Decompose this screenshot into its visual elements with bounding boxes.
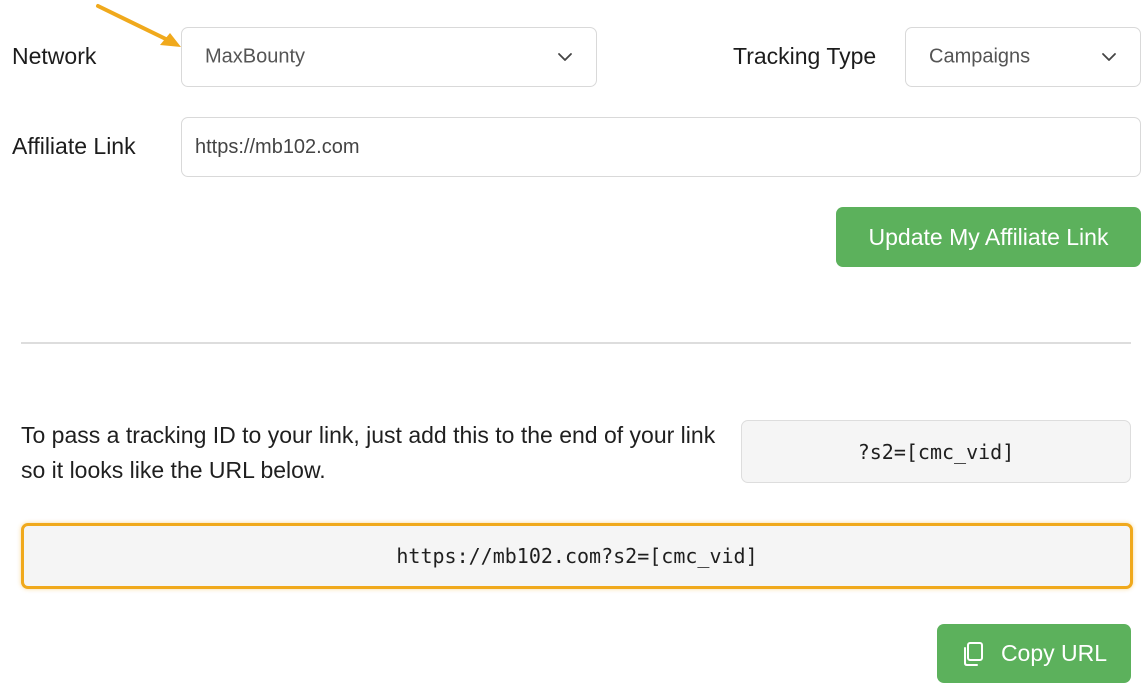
- affiliate-link-input[interactable]: [181, 117, 1141, 177]
- tracking-type-select[interactable]: Campaigns: [905, 27, 1141, 87]
- copy-url-label: Copy URL: [1000, 640, 1108, 666]
- final-url-box: https://mb102.com?s2=[cmc_vid]: [21, 523, 1133, 589]
- network-label: Network: [12, 43, 97, 69]
- chevron-down-icon: [558, 53, 572, 61]
- chevron-down-icon: [1102, 53, 1116, 61]
- affiliate-link-label: Affiliate Link: [12, 133, 136, 159]
- arrow-annotation-icon: [96, 4, 181, 47]
- copy-url-button[interactable]: Copy URL: [937, 624, 1131, 683]
- tracking-link-page: Network MaxBounty Tracking Type Campaign…: [0, 0, 1145, 695]
- tracking-type-select-value: Campaigns: [929, 45, 1031, 68]
- update-affiliate-link-button[interactable]: Update My Affiliate Link: [836, 207, 1141, 267]
- tracking-type-label: Tracking Type: [733, 43, 877, 69]
- tracking-instructions: To pass a tracking ID to your link, just…: [21, 422, 716, 483]
- network-select[interactable]: MaxBounty: [181, 27, 597, 87]
- tracking-param-code: ?s2=[cmc_vid]: [741, 420, 1131, 483]
- copy-icon: [963, 641, 983, 666]
- network-select-value: MaxBounty: [205, 45, 306, 68]
- section-divider: [21, 342, 1131, 344]
